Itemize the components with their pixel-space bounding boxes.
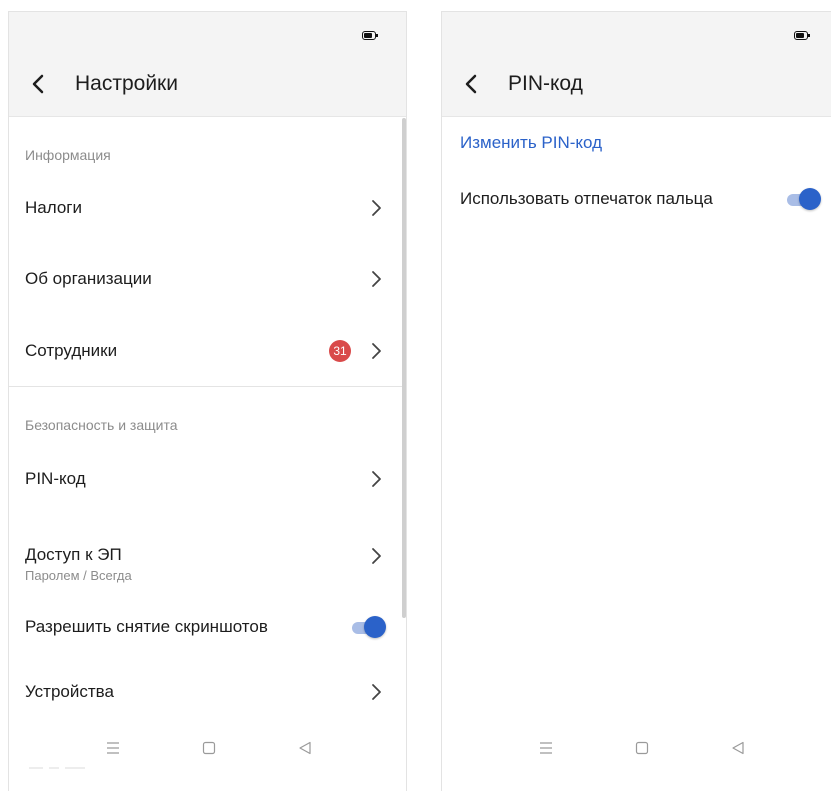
settings-item-label: Устройства bbox=[25, 682, 114, 701]
settings-item-pin[interactable]: PIN-код bbox=[9, 450, 406, 508]
settings-item-taxes[interactable]: Налоги bbox=[9, 179, 406, 237]
section-header-info: Информация bbox=[25, 147, 111, 163]
menu-icon[interactable] bbox=[106, 741, 120, 755]
settings-item-sublabel: Паролем / Всегда bbox=[25, 568, 132, 583]
settings-item-label: Налоги bbox=[25, 198, 82, 217]
app-bar: PIN-код bbox=[442, 50, 831, 117]
fingerprint-setting: Использовать отпечаток пальца bbox=[442, 170, 831, 228]
page-title: PIN-код bbox=[508, 72, 583, 95]
notification-badge: 31 bbox=[329, 340, 351, 362]
status-bar bbox=[442, 12, 831, 50]
menu-icon[interactable] bbox=[539, 741, 553, 755]
section-header-security: Безопасность и защита bbox=[25, 417, 178, 433]
settings-item-employees[interactable]: Сотрудники 31 bbox=[9, 322, 406, 380]
settings-item-label: Сотрудники bbox=[25, 341, 118, 360]
battery-icon bbox=[794, 31, 810, 40]
chevron-right-icon bbox=[372, 200, 381, 216]
chevron-left-icon[interactable] bbox=[25, 70, 53, 98]
settings-item-ep-access[interactable]: Доступ к ЭП Паролем / Всегда bbox=[9, 527, 406, 585]
settings-item-label: Доступ к ЭП bbox=[25, 545, 122, 564]
screenshots-toggle[interactable] bbox=[350, 616, 386, 638]
back-triangle-icon[interactable] bbox=[298, 741, 312, 755]
chevron-left-icon[interactable] bbox=[458, 70, 486, 98]
pin-code-screen: PIN-код Изменить PIN-код Использовать от… bbox=[441, 11, 831, 791]
chevron-right-icon bbox=[372, 684, 381, 700]
settings-item-devices[interactable]: Устройства bbox=[9, 663, 406, 721]
settings-item-organization[interactable]: Об организации bbox=[9, 250, 406, 308]
toggle-thumb bbox=[799, 188, 821, 210]
settings-screen: Настройки Информация Налоги Об организац… bbox=[8, 11, 407, 791]
chevron-right-icon bbox=[372, 271, 381, 287]
settings-item-label: Об организации bbox=[25, 269, 152, 288]
faded-decoration bbox=[29, 767, 85, 769]
home-icon[interactable] bbox=[202, 741, 216, 755]
fingerprint-label: Использовать отпечаток пальца bbox=[460, 189, 713, 208]
scrollbar[interactable] bbox=[402, 118, 406, 618]
battery-icon bbox=[362, 31, 378, 40]
page-title: Настройки bbox=[75, 72, 178, 95]
settings-item-label: Разрешить снятие скриншотов bbox=[25, 617, 268, 636]
chevron-right-icon bbox=[372, 343, 381, 359]
section-divider bbox=[9, 386, 406, 387]
chevron-right-icon bbox=[372, 471, 381, 487]
app-bar: Настройки bbox=[9, 50, 406, 117]
settings-item-screenshots: Разрешить снятие скриншотов bbox=[9, 598, 406, 656]
chevron-right-icon bbox=[372, 548, 381, 564]
status-bar bbox=[9, 12, 406, 50]
fingerprint-toggle[interactable] bbox=[785, 188, 821, 210]
home-icon[interactable] bbox=[635, 741, 649, 755]
change-pin-link[interactable]: Изменить PIN-код bbox=[460, 133, 602, 153]
settings-item-label: PIN-код bbox=[25, 469, 86, 488]
back-triangle-icon[interactable] bbox=[731, 741, 745, 755]
toggle-thumb bbox=[364, 616, 386, 638]
